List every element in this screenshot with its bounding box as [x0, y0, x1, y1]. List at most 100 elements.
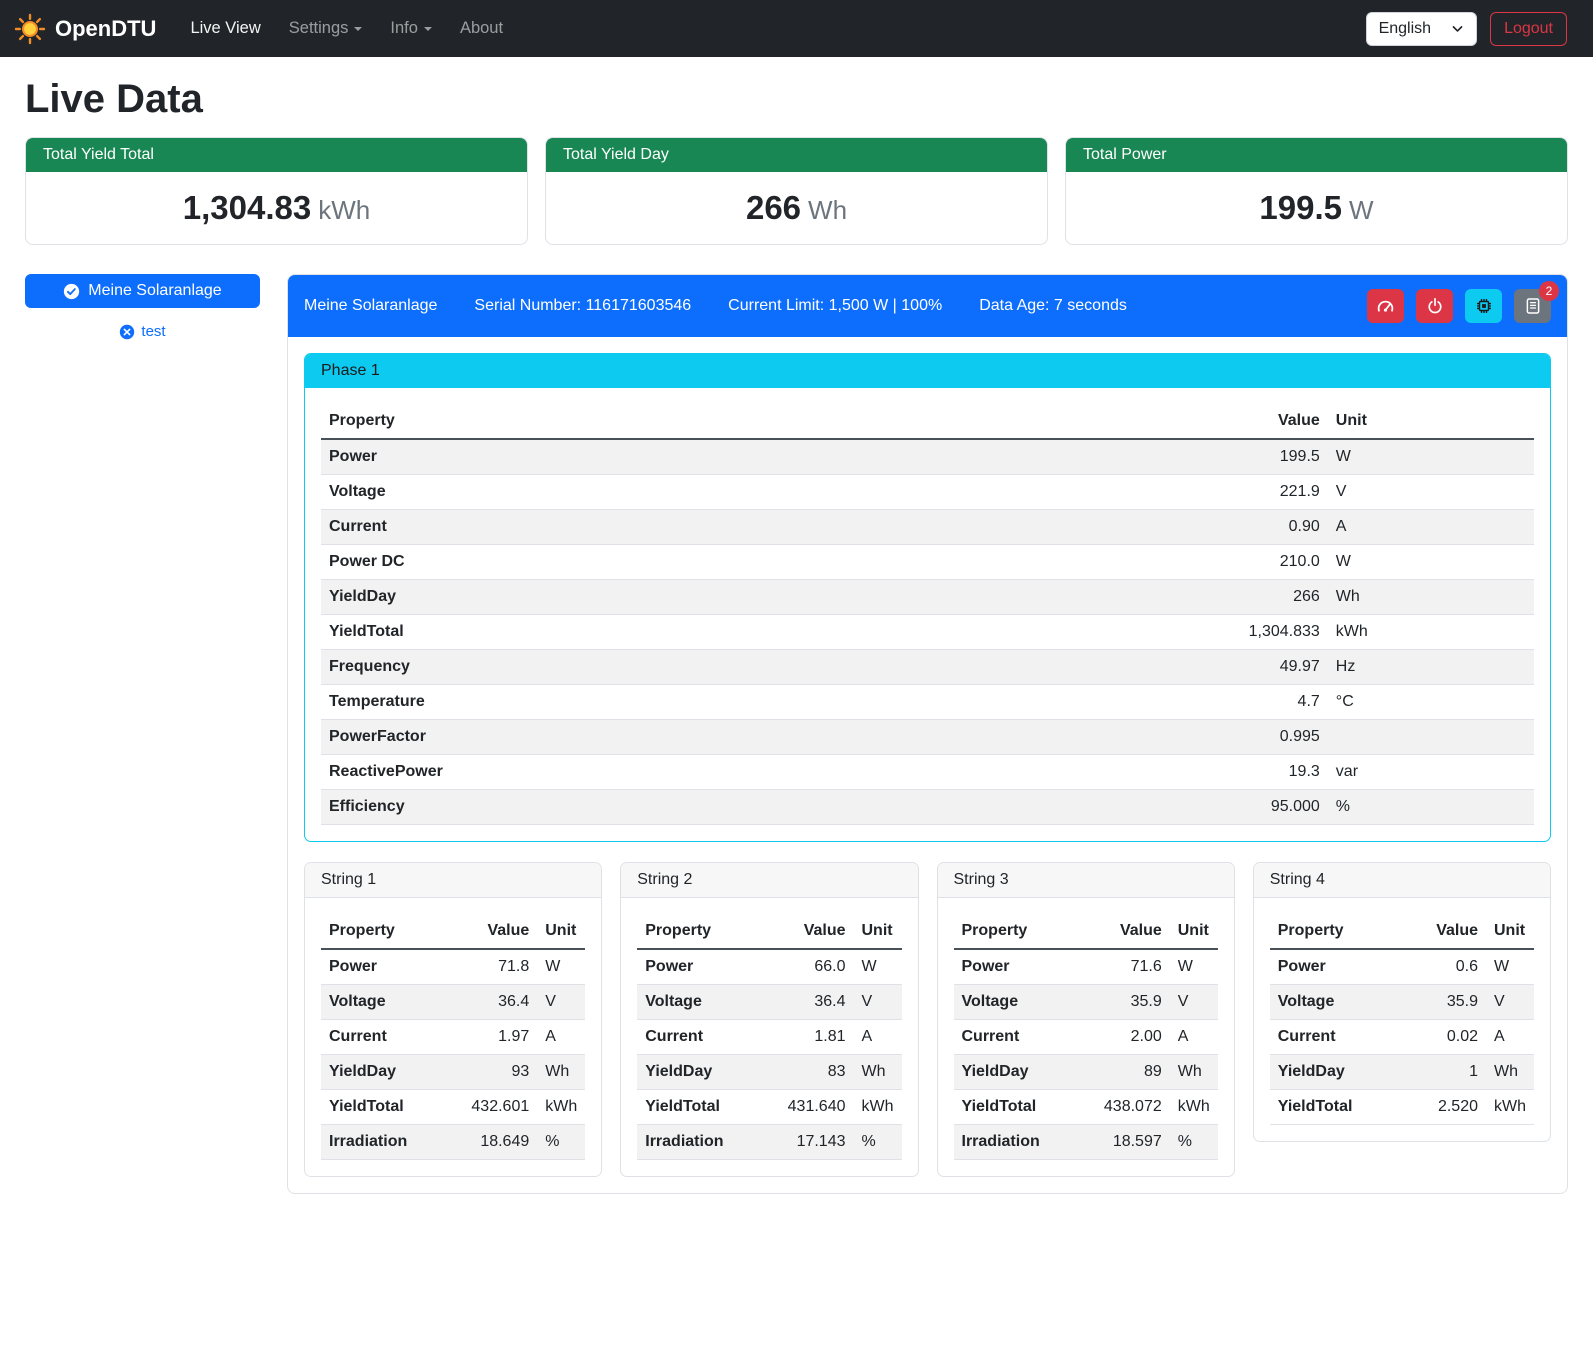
string-data-table: Property Value Unit Power 71.6: [954, 914, 1218, 1160]
value-cell: 0.995: [1170, 720, 1328, 755]
value-cell: 0.02: [1407, 1020, 1486, 1055]
card-title: Total Yield Total: [26, 138, 527, 172]
power-toggle-button[interactable]: [1416, 289, 1453, 323]
table-row: Power 71.8 W: [321, 949, 585, 985]
unit-cell: Wh: [1486, 1055, 1534, 1090]
string-card-body: Property Value Unit Power 71.6: [938, 898, 1234, 1176]
speedometer-icon: [1376, 297, 1395, 316]
table-row: Voltage 36.4 V: [321, 985, 585, 1020]
unit-cell: %: [537, 1125, 585, 1160]
nav-item-info[interactable]: Info: [378, 10, 444, 47]
unit-cell: kWh: [1170, 1090, 1218, 1125]
unit-cell: W: [537, 949, 585, 985]
header-property: Property: [321, 914, 458, 949]
property-cell: YieldTotal: [1270, 1090, 1407, 1125]
nav-item-live-view[interactable]: Live View: [178, 10, 272, 47]
property-cell: Power: [321, 949, 458, 985]
table-row: Irradiation 18.597 %: [954, 1125, 1218, 1160]
string-card-title: String 1: [305, 863, 601, 898]
table-row: Voltage 35.9 V: [1270, 985, 1534, 1020]
nav-item-about[interactable]: About: [448, 10, 515, 47]
value-cell: 66.0: [774, 949, 853, 985]
cpu-icon: [1475, 297, 1493, 315]
logout-button[interactable]: Logout: [1490, 12, 1567, 46]
summary-cards-row: Total Yield Total 1,304.83kWh Total Yiel…: [25, 137, 1568, 245]
property-cell: YieldDay: [1270, 1055, 1407, 1090]
header-value: Value: [458, 914, 537, 949]
header-unit: Unit: [1170, 914, 1218, 949]
inverter-select-label: Meine Solaranlage: [88, 282, 221, 300]
inverter-name: Meine Solaranlage: [304, 297, 437, 315]
property-cell: Irradiation: [637, 1125, 774, 1160]
value-cell: 210.0: [1170, 545, 1328, 580]
inverter-select-button[interactable]: Meine Solaranlage: [25, 274, 260, 308]
header-unit: Unit: [537, 914, 585, 949]
metric-unit: kWh: [318, 195, 370, 225]
inverter-panel: Meine Solaranlage Serial Number: 1161716…: [287, 274, 1568, 1194]
unit-cell: %: [854, 1125, 902, 1160]
value-cell: 71.8: [458, 949, 537, 985]
value-cell: 35.9: [1090, 985, 1169, 1020]
table-row: Voltage 221.9 V: [321, 475, 1534, 510]
value-cell: 36.4: [458, 985, 537, 1020]
unit-cell: A: [854, 1020, 902, 1055]
nav-item-label: Info: [390, 19, 418, 38]
card-value: 199.5W: [1066, 172, 1567, 244]
nav-item-label: About: [460, 19, 503, 38]
unit-cell: A: [1328, 510, 1534, 545]
content-row: Meine Solaranlage test Meine Solaranlage…: [25, 274, 1568, 1194]
string-data-table: Property Value Unit Power 66.0: [637, 914, 901, 1160]
language-select[interactable]: English: [1366, 12, 1477, 46]
table-row: Current 1.81 A: [637, 1020, 901, 1055]
nav-item-settings[interactable]: Settings: [277, 10, 375, 47]
value-cell: 18.597: [1090, 1125, 1169, 1160]
property-cell: Efficiency: [321, 790, 1170, 825]
string-data-table: Property Value Unit Power 0.6: [1270, 914, 1534, 1125]
table-row: YieldTotal 1,304.833 kWh: [321, 615, 1534, 650]
total-yield-total-card: Total Yield Total 1,304.83kWh: [25, 137, 528, 245]
header-value: Value: [1090, 914, 1169, 949]
brand[interactable]: OpenDTU: [14, 13, 156, 45]
limit-settings-button[interactable]: [1367, 289, 1404, 323]
inverter-test-link[interactable]: test: [25, 323, 260, 340]
navbar-right: English Logout: [1366, 12, 1567, 46]
sun-logo-icon: [14, 13, 46, 45]
value-cell: 0.6: [1407, 949, 1486, 985]
device-info-button[interactable]: [1465, 289, 1502, 323]
inverter-limit: Current Limit: 1,500 W | 100%: [728, 297, 942, 315]
check-circle-icon: [63, 283, 80, 300]
table-header-row: Property Value Unit: [954, 914, 1218, 949]
table-row: YieldDay 1 Wh: [1270, 1055, 1534, 1090]
caret-down-icon: [354, 27, 362, 31]
unit-cell: °C: [1328, 685, 1534, 720]
unit-cell: V: [1328, 475, 1534, 510]
x-circle-icon: [119, 324, 135, 340]
unit-cell: V: [537, 985, 585, 1020]
table-row: Current 1.97 A: [321, 1020, 585, 1055]
property-cell: YieldDay: [321, 580, 1170, 615]
string-card-body: Property Value Unit Power 71.8: [305, 898, 601, 1176]
property-cell: ReactivePower: [321, 755, 1170, 790]
value-cell: 266: [1170, 580, 1328, 615]
table-row: YieldTotal 432.601 kWh: [321, 1090, 585, 1125]
value-cell: 432.601: [458, 1090, 537, 1125]
metric-value: 199.5: [1259, 189, 1342, 226]
main-nav: Live View Settings Info About: [178, 10, 515, 47]
value-cell: 2.00: [1090, 1020, 1169, 1055]
value-cell: 95.000: [1170, 790, 1328, 825]
value-cell: 19.3: [1170, 755, 1328, 790]
unit-cell: W: [1328, 439, 1534, 475]
unit-cell: [1328, 720, 1534, 755]
unit-cell: Hz: [1328, 650, 1534, 685]
property-cell: Voltage: [954, 985, 1091, 1020]
property-cell: Voltage: [321, 475, 1170, 510]
metric-unit: Wh: [808, 195, 847, 225]
nav-item-label: Live View: [190, 19, 260, 38]
value-cell: 1,304.833: [1170, 615, 1328, 650]
property-cell: Power DC: [321, 545, 1170, 580]
card-title: Total Power: [1066, 138, 1567, 172]
event-log-button[interactable]: 2: [1514, 289, 1551, 323]
table-row: PowerFactor 0.995: [321, 720, 1534, 755]
unit-cell: W: [1170, 949, 1218, 985]
phase-data-table: Property Value Unit Power 199.5 W: [321, 404, 1534, 825]
